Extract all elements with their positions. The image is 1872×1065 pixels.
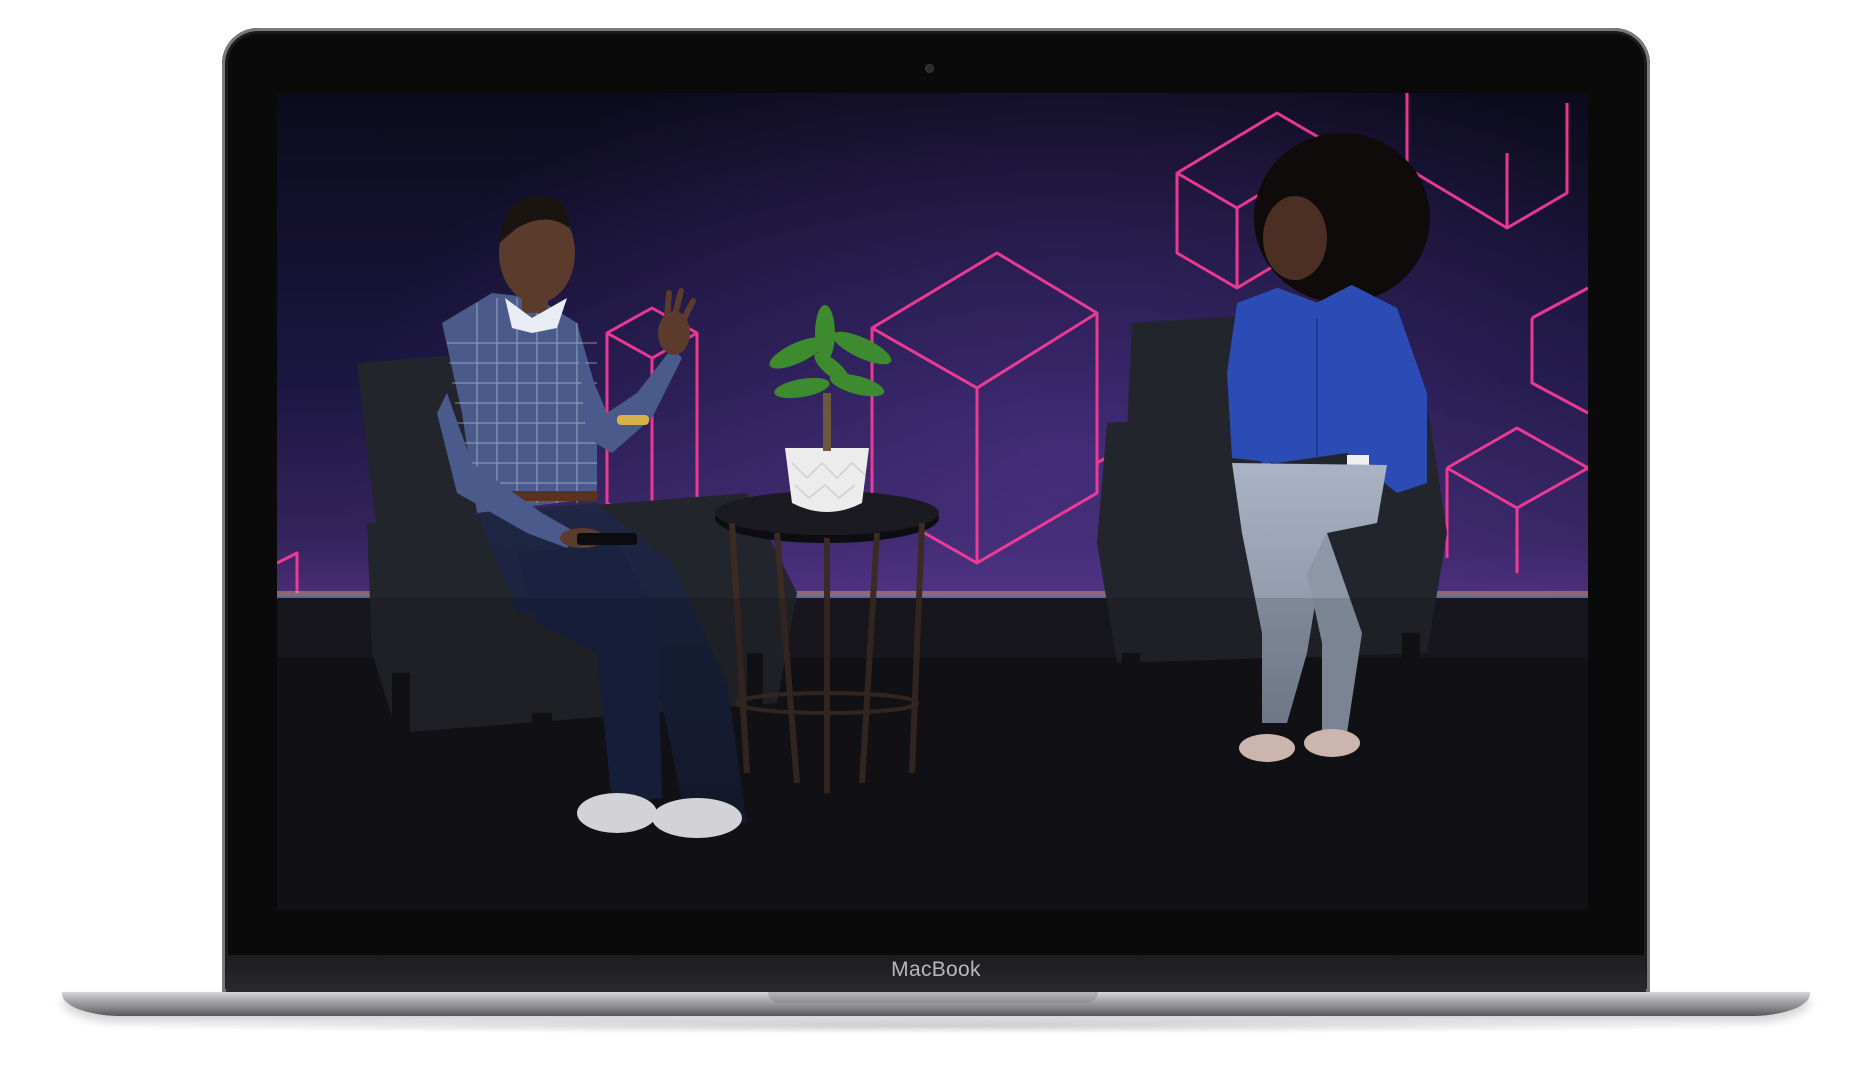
floor-shadow: [120, 1018, 1752, 1034]
laptop-base-notch: [768, 992, 1098, 1003]
laptop-mockup: MacBook: [0, 0, 1872, 1065]
stage-interview-scene: [277, 93, 1588, 910]
webcam: [925, 64, 934, 73]
brand-label: MacBook: [891, 958, 981, 981]
laptop-screen: [277, 93, 1588, 910]
